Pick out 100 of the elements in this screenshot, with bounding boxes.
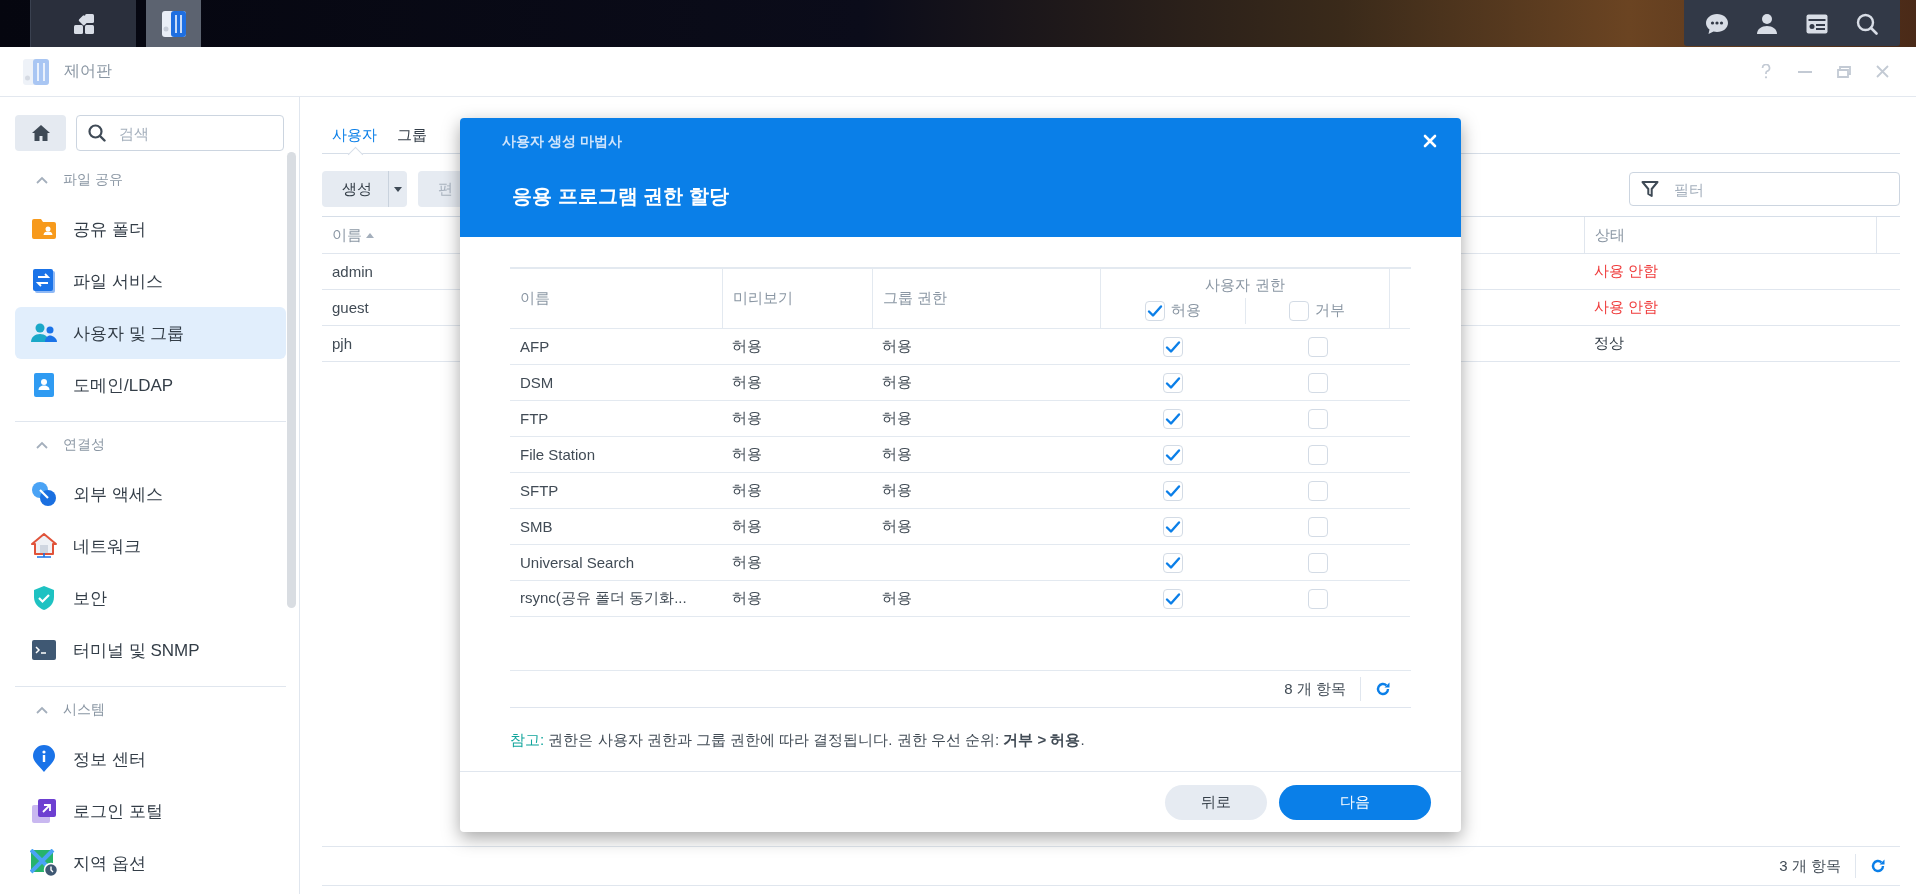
shield-check-icon bbox=[32, 585, 56, 611]
user-icon[interactable] bbox=[1756, 12, 1778, 35]
link-icon bbox=[31, 481, 57, 507]
users-icon bbox=[30, 322, 58, 344]
sidebar-item[interactable]: 터미널 및 SNMP bbox=[15, 624, 286, 676]
sidebar-item[interactable]: 사용자 및 그룹 bbox=[15, 307, 286, 359]
column-header: 이름 bbox=[510, 269, 722, 329]
window-title: 제어판 bbox=[64, 61, 112, 81]
refresh-icon[interactable] bbox=[1870, 858, 1886, 874]
table-cell-text: guest bbox=[331, 298, 369, 318]
house-icon bbox=[31, 533, 57, 559]
checkbox[interactable] bbox=[1307, 336, 1328, 357]
table-cell: 허용 bbox=[872, 437, 1100, 473]
chevron-icon[interactable] bbox=[35, 439, 49, 451]
scrollbar[interactable] bbox=[287, 152, 296, 608]
filter-field[interactable]: 필터 bbox=[1629, 172, 1900, 206]
refresh-icon[interactable] bbox=[1375, 681, 1391, 697]
section-title: 파일 공유 bbox=[63, 171, 123, 189]
table-cell: 허용 bbox=[872, 509, 1100, 545]
checkbox[interactable] bbox=[1307, 444, 1328, 465]
checkbox[interactable] bbox=[1162, 408, 1183, 429]
sidebar-item[interactable]: 파일 서비스 bbox=[15, 255, 286, 307]
checkbox[interactable] bbox=[1307, 552, 1328, 573]
checkbox[interactable] bbox=[1307, 372, 1328, 393]
checkbox[interactable] bbox=[1307, 588, 1328, 609]
table-cell: 허용 bbox=[722, 437, 872, 473]
terminal-icon bbox=[31, 639, 57, 661]
item-count: 3 개 항목 bbox=[1779, 856, 1841, 876]
sidebar-item[interactable]: 로그인 포털 bbox=[15, 785, 286, 837]
home-icon bbox=[30, 124, 51, 142]
checkbox[interactable] bbox=[1289, 300, 1310, 321]
checkbox[interactable] bbox=[1307, 408, 1328, 429]
search-icon bbox=[88, 124, 106, 142]
folder-icon bbox=[31, 218, 57, 240]
column-header: 사용자 권한 bbox=[1205, 275, 1285, 295]
home-button[interactable] bbox=[15, 115, 66, 151]
dialog-heading: 응용 프로그램 권한 할당 bbox=[512, 184, 730, 209]
checkbox[interactable] bbox=[1162, 336, 1183, 357]
table-cell: 허용 bbox=[872, 401, 1100, 437]
checkbox[interactable] bbox=[1162, 588, 1183, 609]
checkbox[interactable] bbox=[1307, 516, 1328, 537]
chat-bubble-icon[interactable] bbox=[1705, 12, 1729, 35]
table-cell: 허용 bbox=[722, 545, 872, 581]
caret-icon bbox=[394, 186, 402, 192]
search-icon[interactable] bbox=[1856, 12, 1878, 35]
sidebar-item[interactable]: 지역 옵션 bbox=[15, 837, 286, 889]
control-panel-icon bbox=[22, 56, 50, 87]
table-cell: FTP bbox=[510, 401, 722, 437]
table-cell: SMB bbox=[510, 509, 722, 545]
table-cell: 허용 bbox=[872, 473, 1100, 509]
table-cell: 허용 bbox=[872, 365, 1100, 401]
sidebar-item[interactable]: 공유 폴더 bbox=[15, 203, 286, 255]
sidebar-item[interactable]: 보안 bbox=[15, 572, 286, 624]
sidebar-item[interactable]: 정보 센터 bbox=[15, 733, 286, 785]
close-icon bbox=[1423, 134, 1437, 148]
checkbox[interactable] bbox=[1162, 372, 1183, 393]
table-cell-text: admin bbox=[331, 262, 373, 282]
checkbox[interactable] bbox=[1162, 516, 1183, 537]
sidebar-item[interactable]: 외부 액세스 bbox=[15, 468, 286, 520]
checkbox[interactable] bbox=[1162, 444, 1183, 465]
checkbox[interactable] bbox=[1162, 552, 1183, 573]
section-title: 시스템 bbox=[63, 701, 105, 719]
restore-icon bbox=[1836, 65, 1851, 78]
sidebar-item[interactable]: 도메인/LDAP bbox=[15, 359, 286, 411]
table-cell: 허용 bbox=[872, 581, 1100, 617]
search-field[interactable]: 검색 bbox=[76, 115, 284, 151]
table-cell-text: 사용 안함 bbox=[1593, 261, 1660, 281]
minimize-icon bbox=[1797, 70, 1812, 73]
checkbox[interactable] bbox=[1162, 480, 1183, 501]
apps-grid-icon[interactable] bbox=[72, 12, 95, 35]
tab[interactable]: 그룹 bbox=[387, 117, 437, 153]
chevron-icon[interactable] bbox=[35, 704, 49, 716]
dialog-title: 사용자 생성 마법사 bbox=[502, 133, 622, 151]
contact-card-icon bbox=[32, 372, 56, 398]
column-header: 거부 bbox=[1315, 301, 1346, 320]
table-cell: 허용 bbox=[722, 365, 872, 401]
control-panel-icon[interactable] bbox=[160, 8, 187, 39]
table-cell: DSM bbox=[510, 365, 722, 401]
section-title: 연결성 bbox=[63, 436, 105, 454]
back-button[interactable]: 뒤로 bbox=[1165, 784, 1267, 820]
help-icon bbox=[1760, 64, 1771, 79]
sidebar-item[interactable]: 네트워크 bbox=[15, 520, 286, 572]
file-transfer-icon bbox=[32, 268, 56, 294]
table-cell: AFP bbox=[510, 329, 722, 365]
widget-panel-icon[interactable] bbox=[1806, 13, 1828, 34]
table-cell: File Station bbox=[510, 437, 722, 473]
checkbox[interactable] bbox=[1307, 480, 1328, 501]
create-button[interactable]: 생성 bbox=[322, 171, 407, 207]
note-text: 권한은 사용자 권한과 그룹 권한에 따라 결정됩니다. 권한 우선 순위: 거부 > 허용. bbox=[548, 731, 1085, 748]
next-button[interactable]: 다음 bbox=[1279, 784, 1431, 820]
item-count: 8 개 항목 bbox=[1284, 679, 1346, 699]
table-cell-text: 사용 안함 bbox=[1593, 297, 1660, 317]
info-pin-icon bbox=[32, 745, 56, 773]
table-cell: 허용 bbox=[722, 509, 872, 545]
table-cell: SFTP bbox=[510, 473, 722, 509]
table-cell: Universal Search bbox=[510, 545, 722, 581]
table-cell: 허용 bbox=[722, 329, 872, 365]
chevron-icon[interactable] bbox=[35, 174, 49, 186]
table-cell: 허용 bbox=[722, 581, 872, 617]
checkbox[interactable] bbox=[1144, 300, 1165, 321]
